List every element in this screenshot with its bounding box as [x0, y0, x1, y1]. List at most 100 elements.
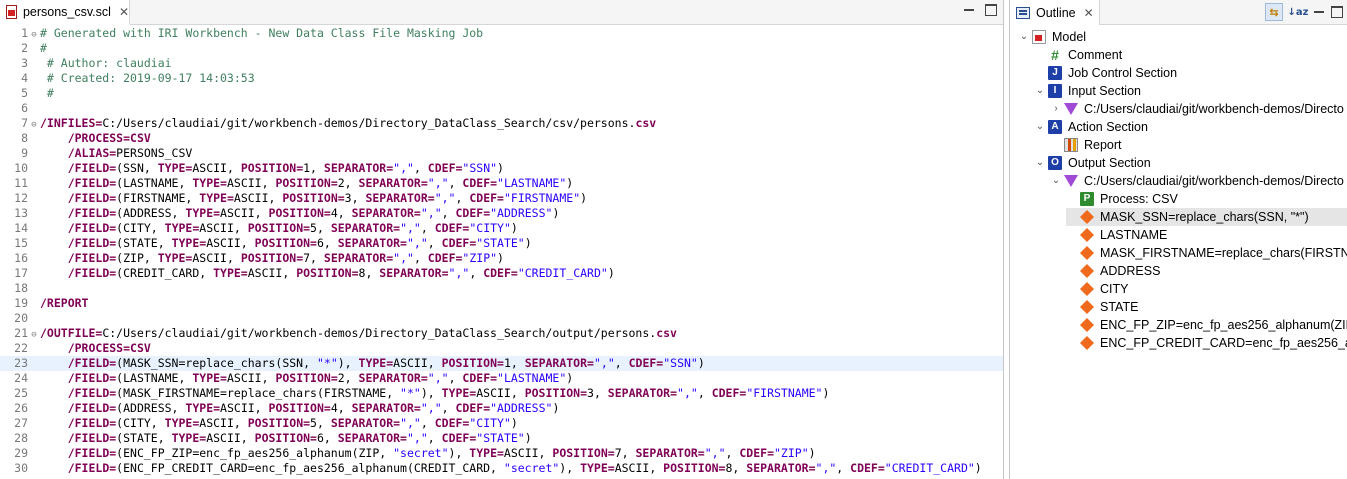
outline-node[interactable]: ⌄ C:/Users/claudiai/git/workbench-demos/D… — [1050, 172, 1344, 190]
outline-node[interactable]: J Job Control Section — [1034, 64, 1177, 82]
outline-node[interactable]: CITY — [1066, 280, 1128, 298]
code-token: ASCII, — [199, 416, 248, 430]
code-token: C:/Users/claudiai/git/workbench-demos/Di… — [102, 326, 657, 340]
code-line[interactable]: 7 ⊖/INFILES=C:/Users/claudiai/git/workben… — [0, 116, 1003, 131]
code-line[interactable]: 5 # — [0, 86, 1003, 101]
outline-node[interactable]: LASTNAME — [1066, 226, 1167, 244]
code-line[interactable]: 24 /FIELD=(LASTNAME, TYPE=ASCII, POSITIO… — [0, 371, 1003, 386]
outline-tab[interactable]: Outline ✕ — [1010, 0, 1100, 25]
code-line[interactable]: 26 /FIELD=(ADDRESS, TYPE=ASCII, POSITION… — [0, 401, 1003, 416]
code-line[interactable]: 30 /FIELD=(ENC_FP_CREDIT_CARD=enc_fp_aes… — [0, 461, 1003, 476]
line-number: 16 — [14, 251, 28, 265]
expand-chevron-icon[interactable]: ⌄ — [1034, 118, 1046, 136]
code-line[interactable]: 15 /FIELD=(STATE, TYPE=ASCII, POSITION=6… — [0, 236, 1003, 251]
code-token: CDEF= — [455, 206, 491, 220]
outline-node-label: ADDRESS — [1100, 264, 1161, 278]
code-line[interactable]: 21 ⊖/OUTFILE=C:/Users/claudiai/git/workbe… — [0, 326, 1003, 341]
code-line[interactable]: 1 ⊖ # Generated with IRI Workbench - New D… — [0, 26, 1003, 41]
outline-node[interactable]: MASK_FIRSTNAME=replace_chars(FIRSTNAMI — [1066, 244, 1347, 262]
code-editor[interactable]: 1 ⊖ # Generated with IRI Workbench - New D… — [0, 26, 1003, 479]
code-line[interactable]: 19/REPORT — [0, 296, 1003, 311]
outline-node[interactable]: ADDRESS — [1066, 262, 1160, 280]
outline-node[interactable]: › C:/Users/claudiai/git/workbench-demos/D… — [1050, 100, 1344, 118]
code-token: 7, — [614, 446, 636, 460]
line-number: 3 — [21, 56, 28, 70]
code-token: CDEF= — [483, 266, 518, 280]
code-line[interactable]: 27 /FIELD=(CITY, TYPE=ASCII, POSITION=5,… — [0, 416, 1003, 431]
code-token: , — [725, 446, 740, 460]
close-icon[interactable]: ✕ — [119, 6, 129, 18]
code-token: (STATE, — [116, 431, 172, 445]
outline-node[interactable]: ENC_FP_ZIP=enc_fp_aes256_alphanum(ZIP, "… — [1066, 316, 1347, 334]
code-line[interactable]: 4 # Created: 2019-09-17 14:03:53 — [0, 71, 1003, 86]
code-line[interactable]: 25 /FIELD=(MASK_FIRSTNAME=replace_chars(… — [0, 386, 1003, 401]
code-token: 3, — [344, 191, 366, 205]
outline-node-label: MASK_SSN=replace_chars(SSN, "*") — [1100, 210, 1309, 224]
code-token: TYPE= — [164, 221, 200, 235]
code-token: (LASTNAME, — [116, 176, 193, 190]
output-file-icon — [1064, 175, 1078, 187]
code-token: , — [448, 371, 463, 385]
code-line[interactable]: 18 — [0, 281, 1003, 296]
code-token: /FIELD= — [67, 416, 117, 430]
code-token: "CREDIT_CARD" — [517, 266, 608, 280]
code-token: "*" — [316, 356, 338, 370]
code-token: "LASTNAME" — [497, 371, 567, 385]
code-token: POSITION= — [275, 176, 338, 190]
code-token: SEPARATOR= — [351, 206, 421, 220]
outline-node[interactable]: ENC_FP_CREDIT_CARD=enc_fp_aes256_alphar — [1066, 334, 1347, 352]
code-token: POSITION= — [441, 356, 504, 370]
outline-node[interactable]: ⌄ I Input Section — [1034, 82, 1141, 100]
code-line[interactable]: 14 /FIELD=(CITY, TYPE=ASCII, POSITION=5,… — [0, 221, 1003, 236]
expand-chevron-icon[interactable]: ⌄ — [1018, 28, 1030, 46]
code-line[interactable]: 8 /PROCESS=CSV — [0, 131, 1003, 146]
code-line[interactable]: 9 /ALIAS=PERSONS_CSV — [0, 146, 1003, 161]
close-icon[interactable]: ✕ — [1084, 6, 1094, 20]
code-line[interactable]: 13 /FIELD=(ADDRESS, TYPE=ASCII, POSITION… — [0, 206, 1003, 221]
editor-tab[interactable]: persons_csv.scl ✕ — [0, 0, 130, 25]
code-line[interactable]: 23 /FIELD=(MASK_SSN=replace_chars(SSN, "… — [0, 356, 1003, 371]
code-line[interactable]: 12 /FIELD=(FIRSTNAME, TYPE=ASCII, POSITI… — [0, 191, 1003, 206]
code-token: /FIELD= — [67, 446, 117, 460]
code-line[interactable]: 10 /FIELD=(SSN, TYPE=ASCII, POSITION=1, … — [0, 161, 1003, 176]
maximize-icon[interactable] — [1331, 6, 1343, 18]
expand-chevron-icon[interactable]: ⌄ — [1034, 82, 1046, 100]
outline-node[interactable]: # Comment — [1034, 46, 1122, 64]
code-line[interactable]: 29 /FIELD=(ENC_FP_ZIP=enc_fp_aes256_alph… — [0, 446, 1003, 461]
outline-node-label: Job Control Section — [1068, 66, 1178, 80]
outline-node[interactable]: P Process: CSV — [1066, 190, 1178, 208]
editor-tab-label: persons_csv.scl — [22, 4, 111, 19]
code-line[interactable]: 2 # — [0, 41, 1003, 56]
expand-chevron-icon[interactable]: › — [1050, 100, 1062, 118]
code-line[interactable]: 3 # Author: claudiai — [0, 56, 1003, 71]
code-token: "ADDRESS" — [490, 401, 553, 415]
outline-node[interactable]: Report — [1050, 136, 1122, 154]
code-line[interactable]: 20 — [0, 311, 1003, 326]
code-line[interactable]: 11 /FIELD=(LASTNAME, TYPE=ASCII, POSITIO… — [0, 176, 1003, 191]
code-line[interactable]: 17 /FIELD=(CREDIT_CARD, TYPE=ASCII, POSI… — [0, 266, 1003, 281]
outline-node[interactable]: ⌄ A Action Section — [1034, 118, 1148, 136]
code-line[interactable]: 6 — [0, 101, 1003, 116]
code-line[interactable]: 28 /FIELD=(STATE, TYPE=ASCII, POSITION=6… — [0, 431, 1003, 446]
code-token: ASCII, — [393, 356, 442, 370]
sort-alphabetically-icon[interactable]: ↓az — [1288, 3, 1309, 21]
code-line[interactable]: 22 /PROCESS=CSV — [0, 341, 1003, 356]
code-line[interactable]: 16 /FIELD=(ZIP, TYPE=ASCII, POSITION=7, … — [0, 251, 1003, 266]
expand-chevron-icon[interactable]: ⌄ — [1034, 154, 1046, 172]
code-token: POSITION= — [282, 191, 345, 205]
outline-node[interactable]: STATE — [1066, 298, 1138, 316]
outline-node[interactable]: ⌄ O Output Section — [1034, 154, 1151, 172]
link-with-editor-icon[interactable]: ⇆ — [1265, 3, 1283, 21]
code-token: ) — [552, 206, 560, 220]
minimize-icon[interactable] — [963, 4, 975, 16]
outline-node[interactable]: MASK_SSN=replace_chars(SSN, "*") — [1066, 208, 1347, 226]
maximize-icon[interactable] — [985, 4, 997, 16]
line-number: 21 — [14, 326, 28, 340]
code-token: (MASK_SSN=replace_chars(SSN, — [116, 356, 317, 370]
minimize-icon[interactable] — [1313, 6, 1325, 18]
outline-node[interactable]: ⌄ Model — [1018, 28, 1086, 46]
expand-chevron-icon[interactable]: ⌄ — [1050, 172, 1062, 190]
